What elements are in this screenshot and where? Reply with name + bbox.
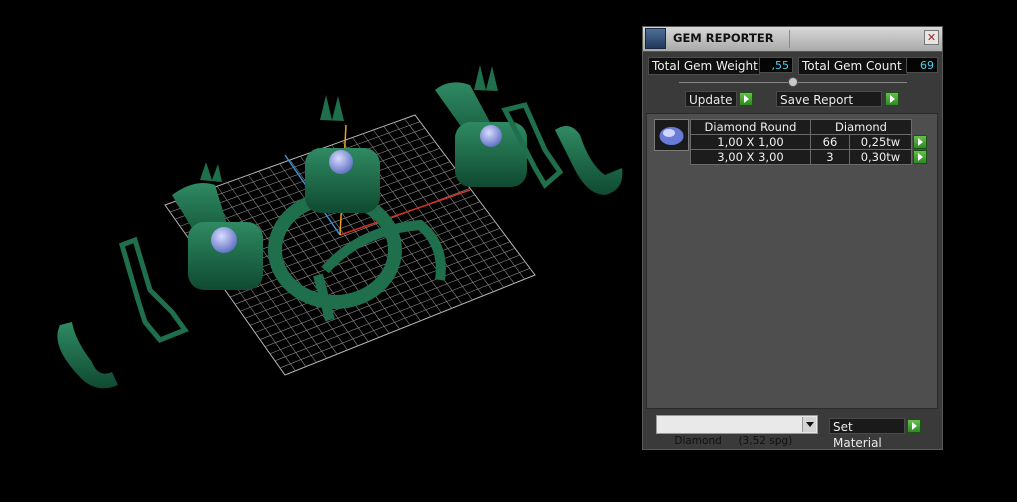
save-report-go-button[interactable] [885,92,899,106]
divider-slider-handle[interactable] [788,77,798,87]
stone-left [211,227,237,253]
gem-reporter-panel: GEM REPORTER ✕ Total Gem Weight ,55 Tota… [642,26,943,450]
gem-count-cell: 66 [810,134,850,150]
gem-weight-cell: 0,30tw [848,149,913,165]
total-gem-weight-value: ,55 [759,57,793,73]
gem-report-list: Diamond Round Diamond 1,00 X 1,00 66 0,2… [646,113,938,409]
table-row[interactable]: 3,00 X 3,00 3 0,30tw [690,149,928,165]
gem-reporter-icon [645,28,666,49]
gem-size-cell: 3,00 X 3,00 [690,149,811,165]
prong-head-left [200,162,222,182]
prong-head-right [474,65,498,91]
gem-shape-header: Diamond Round [690,119,811,135]
grid-line [274,261,526,362]
update-button[interactable]: Update [685,91,737,107]
set-material-go-button[interactable] [907,419,921,433]
stone-right [480,125,502,147]
material-select-value: Diamond (3,52 spg) [674,435,793,447]
select-gems-button[interactable] [913,135,927,150]
loop-piece-right [555,126,623,195]
title-divider [789,30,790,48]
gem-weight-cell: 0,25tw [848,134,913,150]
select-gems-button[interactable] [913,150,928,165]
filigree-piece [118,236,189,343]
loop-piece [57,322,118,389]
panel-titlebar[interactable]: GEM REPORTER ✕ [643,27,942,52]
update-go-button[interactable] [739,92,753,106]
material-select[interactable]: Diamond (3,52 spg) [656,415,818,447]
save-report-button[interactable]: Save Report [776,91,882,107]
3d-viewport[interactable] [0,0,640,502]
total-gem-count-label: Total Gem Count [798,57,908,75]
gem-count-cell: 3 [810,149,850,165]
panel-title: GEM REPORTER [673,31,774,45]
table-row[interactable]: 1,00 X 1,00 66 0,25tw [690,134,928,150]
total-gem-count-value: 69 [906,57,938,73]
gem-size-cell: 1,00 X 1,00 [690,134,811,150]
chevron-down-icon[interactable] [802,417,816,432]
gem-material-header: Diamond [810,119,912,135]
close-button[interactable]: ✕ [924,30,939,45]
total-gem-weight-label: Total Gem Weight [648,57,760,75]
round-diamond-icon [654,119,689,151]
set-material-button[interactable]: Set Material [829,418,905,450]
prong-head-center [320,95,344,121]
gem-table: Diamond Round Diamond 1,00 X 1,00 66 0,2… [690,119,928,165]
stone-center [329,150,353,174]
jewelry-model-scene [57,65,623,389]
